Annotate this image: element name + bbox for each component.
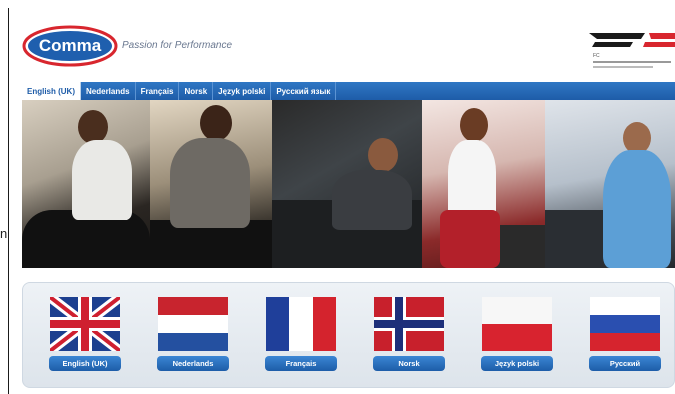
language-nav: English (UK) Nederlands Français Norsk J… [22, 82, 675, 100]
russia-flag-icon[interactable] [590, 297, 660, 351]
tab-norsk[interactable]: Norsk [179, 82, 214, 100]
norway-flag-icon[interactable] [374, 297, 444, 351]
tab-polski[interactable]: Język polski [213, 82, 272, 100]
russian-button[interactable]: Русский [589, 356, 661, 371]
uk-flag-icon[interactable] [50, 297, 120, 351]
flag-item-francais: Français [263, 297, 339, 371]
english-button[interactable]: English (UK) [49, 356, 121, 371]
flag-item-nederlands: Nederlands [155, 297, 231, 371]
flag-item-russian: Русский [587, 297, 663, 371]
logo-text: Comma [39, 36, 102, 55]
photo-panel-3 [272, 100, 422, 268]
comma-logo[interactable]: Comma [22, 24, 118, 68]
tab-francais[interactable]: Français [136, 82, 180, 100]
window-edge [8, 8, 9, 394]
poland-flag-icon[interactable] [482, 297, 552, 351]
tab-nederlands[interactable]: Nederlands [81, 82, 136, 100]
polski-button[interactable]: Język polski [481, 356, 553, 371]
flag-item-english: English (UK) [47, 297, 123, 371]
formula-partner-logo: FC [589, 33, 675, 68]
flag-item-polski: Język polski [479, 297, 555, 371]
mechanics-photo-banner [22, 100, 675, 268]
flag-item-norsk: Norsk [371, 297, 447, 371]
tab-russian[interactable]: Русский язык [271, 82, 337, 100]
tagline: Passion for Performance [122, 40, 233, 51]
netherlands-flag-icon[interactable] [158, 297, 228, 351]
edge-glyph: n [0, 226, 8, 241]
norsk-button[interactable]: Norsk [373, 356, 445, 371]
photo-panel-1 [22, 100, 150, 268]
page-frame: n Comma Passion for Performance FC Engli… [0, 0, 675, 394]
photo-panel-2 [150, 100, 272, 268]
language-flags-panel: English (UK) Nederlands Français Norsk J… [22, 282, 675, 388]
photo-panel-5 [545, 100, 675, 268]
france-flag-icon[interactable] [266, 297, 336, 351]
photo-panel-4 [422, 100, 545, 268]
tab-english[interactable]: English (UK) [22, 82, 81, 100]
nederlands-button[interactable]: Nederlands [157, 356, 229, 371]
francais-button[interactable]: Français [265, 356, 337, 371]
partner-logo-text: FC [593, 53, 600, 59]
